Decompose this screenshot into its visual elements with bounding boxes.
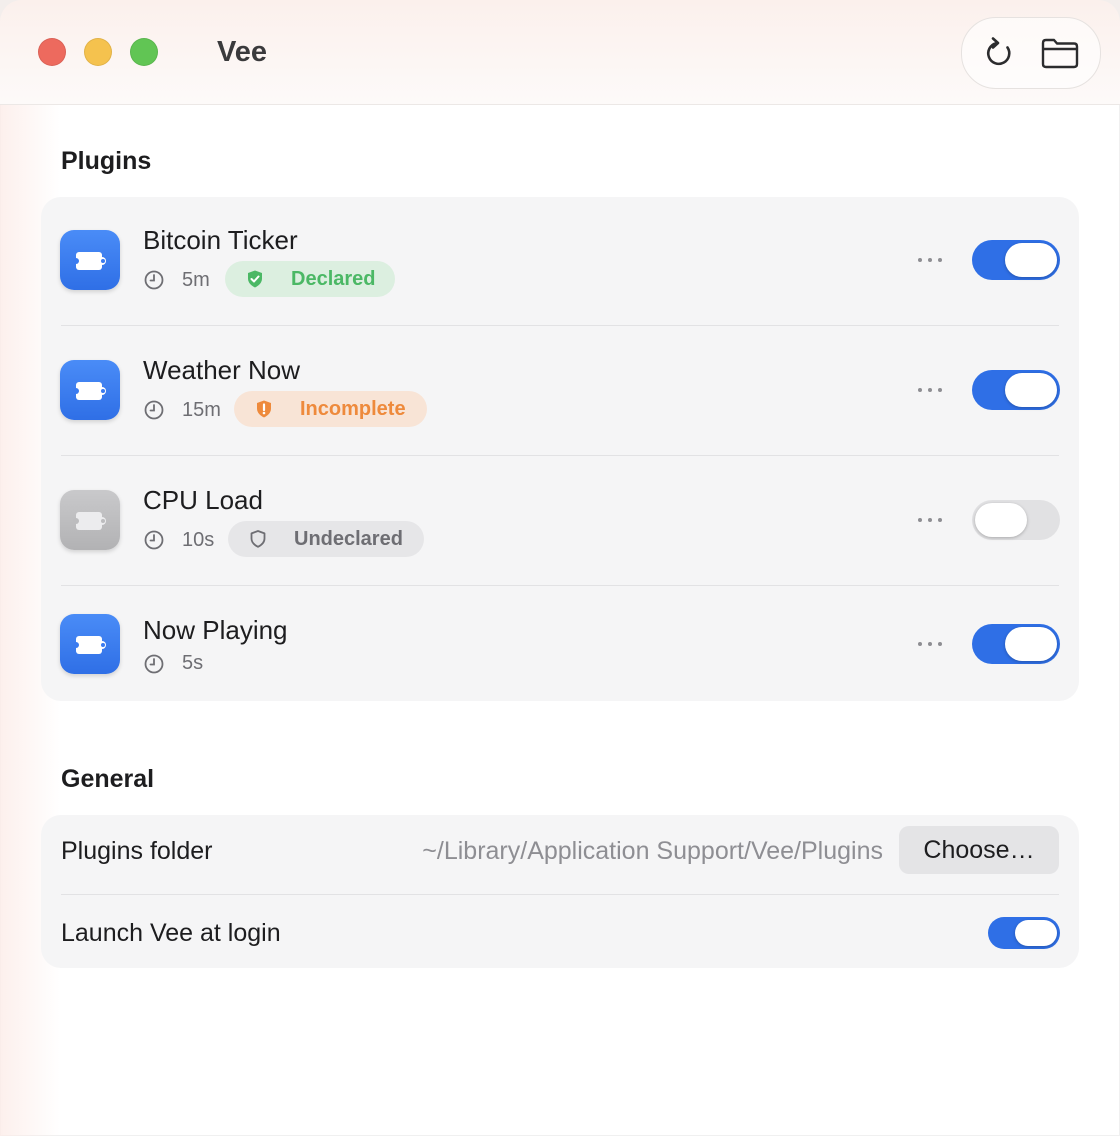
- badge-label: Declared: [291, 268, 376, 290]
- title-bar: Vee: [0, 0, 1120, 105]
- minimize-window-button[interactable]: [84, 38, 112, 66]
- shield-outline-icon: [250, 530, 266, 548]
- plugin-enabled-toggle[interactable]: [972, 240, 1060, 280]
- plugin-icon: [60, 614, 120, 674]
- shield-exclamation-icon: [257, 400, 271, 418]
- badge-label: Incomplete: [300, 398, 406, 420]
- plugin-icon: [60, 360, 120, 420]
- status-badge-undeclared: Undeclared: [228, 521, 424, 557]
- toggle-knob: [975, 503, 1027, 537]
- plugins-section-title: Plugins: [61, 147, 152, 175]
- plugins-folder-label: Plugins folder: [61, 837, 213, 865]
- row-divider: [61, 455, 1059, 456]
- plugin-enabled-toggle[interactable]: [972, 624, 1060, 664]
- toolbar-group: [961, 17, 1101, 89]
- more-options-button[interactable]: [917, 639, 943, 649]
- clock-icon: [144, 270, 164, 290]
- toggle-knob: [1005, 373, 1057, 407]
- status-badge-incomplete: Incomplete: [234, 391, 427, 427]
- plugin-enabled-toggle[interactable]: [972, 370, 1060, 410]
- clock-icon: [144, 654, 164, 674]
- puzzle-piece-icon: [73, 512, 106, 530]
- plugins-card: Bitcoin Ticker 5m Declared Weather Now 1…: [41, 197, 1079, 701]
- plugin-row-bitcoin-ticker: Bitcoin Ticker 5m Declared: [41, 197, 1079, 327]
- plugin-name: Weather Now: [143, 355, 301, 385]
- window-title: Vee: [217, 36, 267, 68]
- row-divider: [61, 585, 1059, 586]
- status-badge-declared: Declared: [225, 261, 395, 297]
- launch-at-login-label: Launch Vee at login: [61, 919, 281, 947]
- plugin-name: CPU Load: [143, 485, 263, 515]
- refresh-button[interactable]: [982, 35, 1018, 71]
- more-options-button[interactable]: [917, 515, 943, 525]
- toggle-knob: [1005, 627, 1057, 661]
- toggle-knob: [1015, 920, 1057, 946]
- puzzle-piece-icon: [73, 382, 106, 400]
- folder-icon: [1041, 38, 1079, 69]
- choose-folder-button[interactable]: Choose…: [899, 826, 1059, 874]
- plugins-folder-path: ~/Library/Application Support/Vee/Plugin…: [422, 837, 883, 865]
- plugin-interval: 5s: [182, 652, 204, 674]
- row-divider: [61, 325, 1059, 326]
- open-folder-button[interactable]: [1040, 35, 1079, 71]
- more-options-button[interactable]: [917, 255, 943, 265]
- plugin-interval: 5m: [182, 269, 210, 291]
- plugin-icon: [60, 490, 120, 550]
- plugin-icon: [60, 230, 120, 290]
- launch-at-login-toggle[interactable]: [988, 917, 1060, 949]
- puzzle-piece-icon: [73, 636, 106, 654]
- clock-icon: [144, 400, 164, 420]
- plugin-interval: 15m: [182, 399, 221, 421]
- plugin-name: Now Playing: [143, 615, 288, 645]
- toggle-knob: [1005, 243, 1057, 277]
- shield-check-icon: [248, 270, 262, 288]
- general-card: Plugins folder ~/Library/Application Sup…: [41, 815, 1079, 968]
- row-divider: [61, 894, 1059, 895]
- plugin-row-weather-now: Weather Now 15m Incomplete: [41, 327, 1079, 457]
- badge-label: Undeclared: [294, 528, 403, 550]
- plugin-row-cpu-load: CPU Load 10s Undeclared: [41, 457, 1079, 587]
- general-section-title: General: [61, 765, 155, 793]
- more-options-button[interactable]: [917, 385, 943, 395]
- clock-icon: [144, 530, 164, 550]
- zoom-window-button[interactable]: [130, 38, 158, 66]
- plugin-row-now-playing: Now Playing 5s: [41, 587, 1079, 701]
- plugin-enabled-toggle[interactable]: [972, 500, 1060, 540]
- puzzle-piece-icon: [73, 252, 106, 270]
- refresh-icon: [986, 37, 1011, 66]
- close-window-button[interactable]: [38, 38, 66, 66]
- plugin-name: Bitcoin Ticker: [143, 225, 298, 255]
- plugin-interval: 10s: [182, 529, 215, 551]
- app-window: Vee Plugins Bitcoin Ticker 5m Declared W…: [0, 0, 1120, 1136]
